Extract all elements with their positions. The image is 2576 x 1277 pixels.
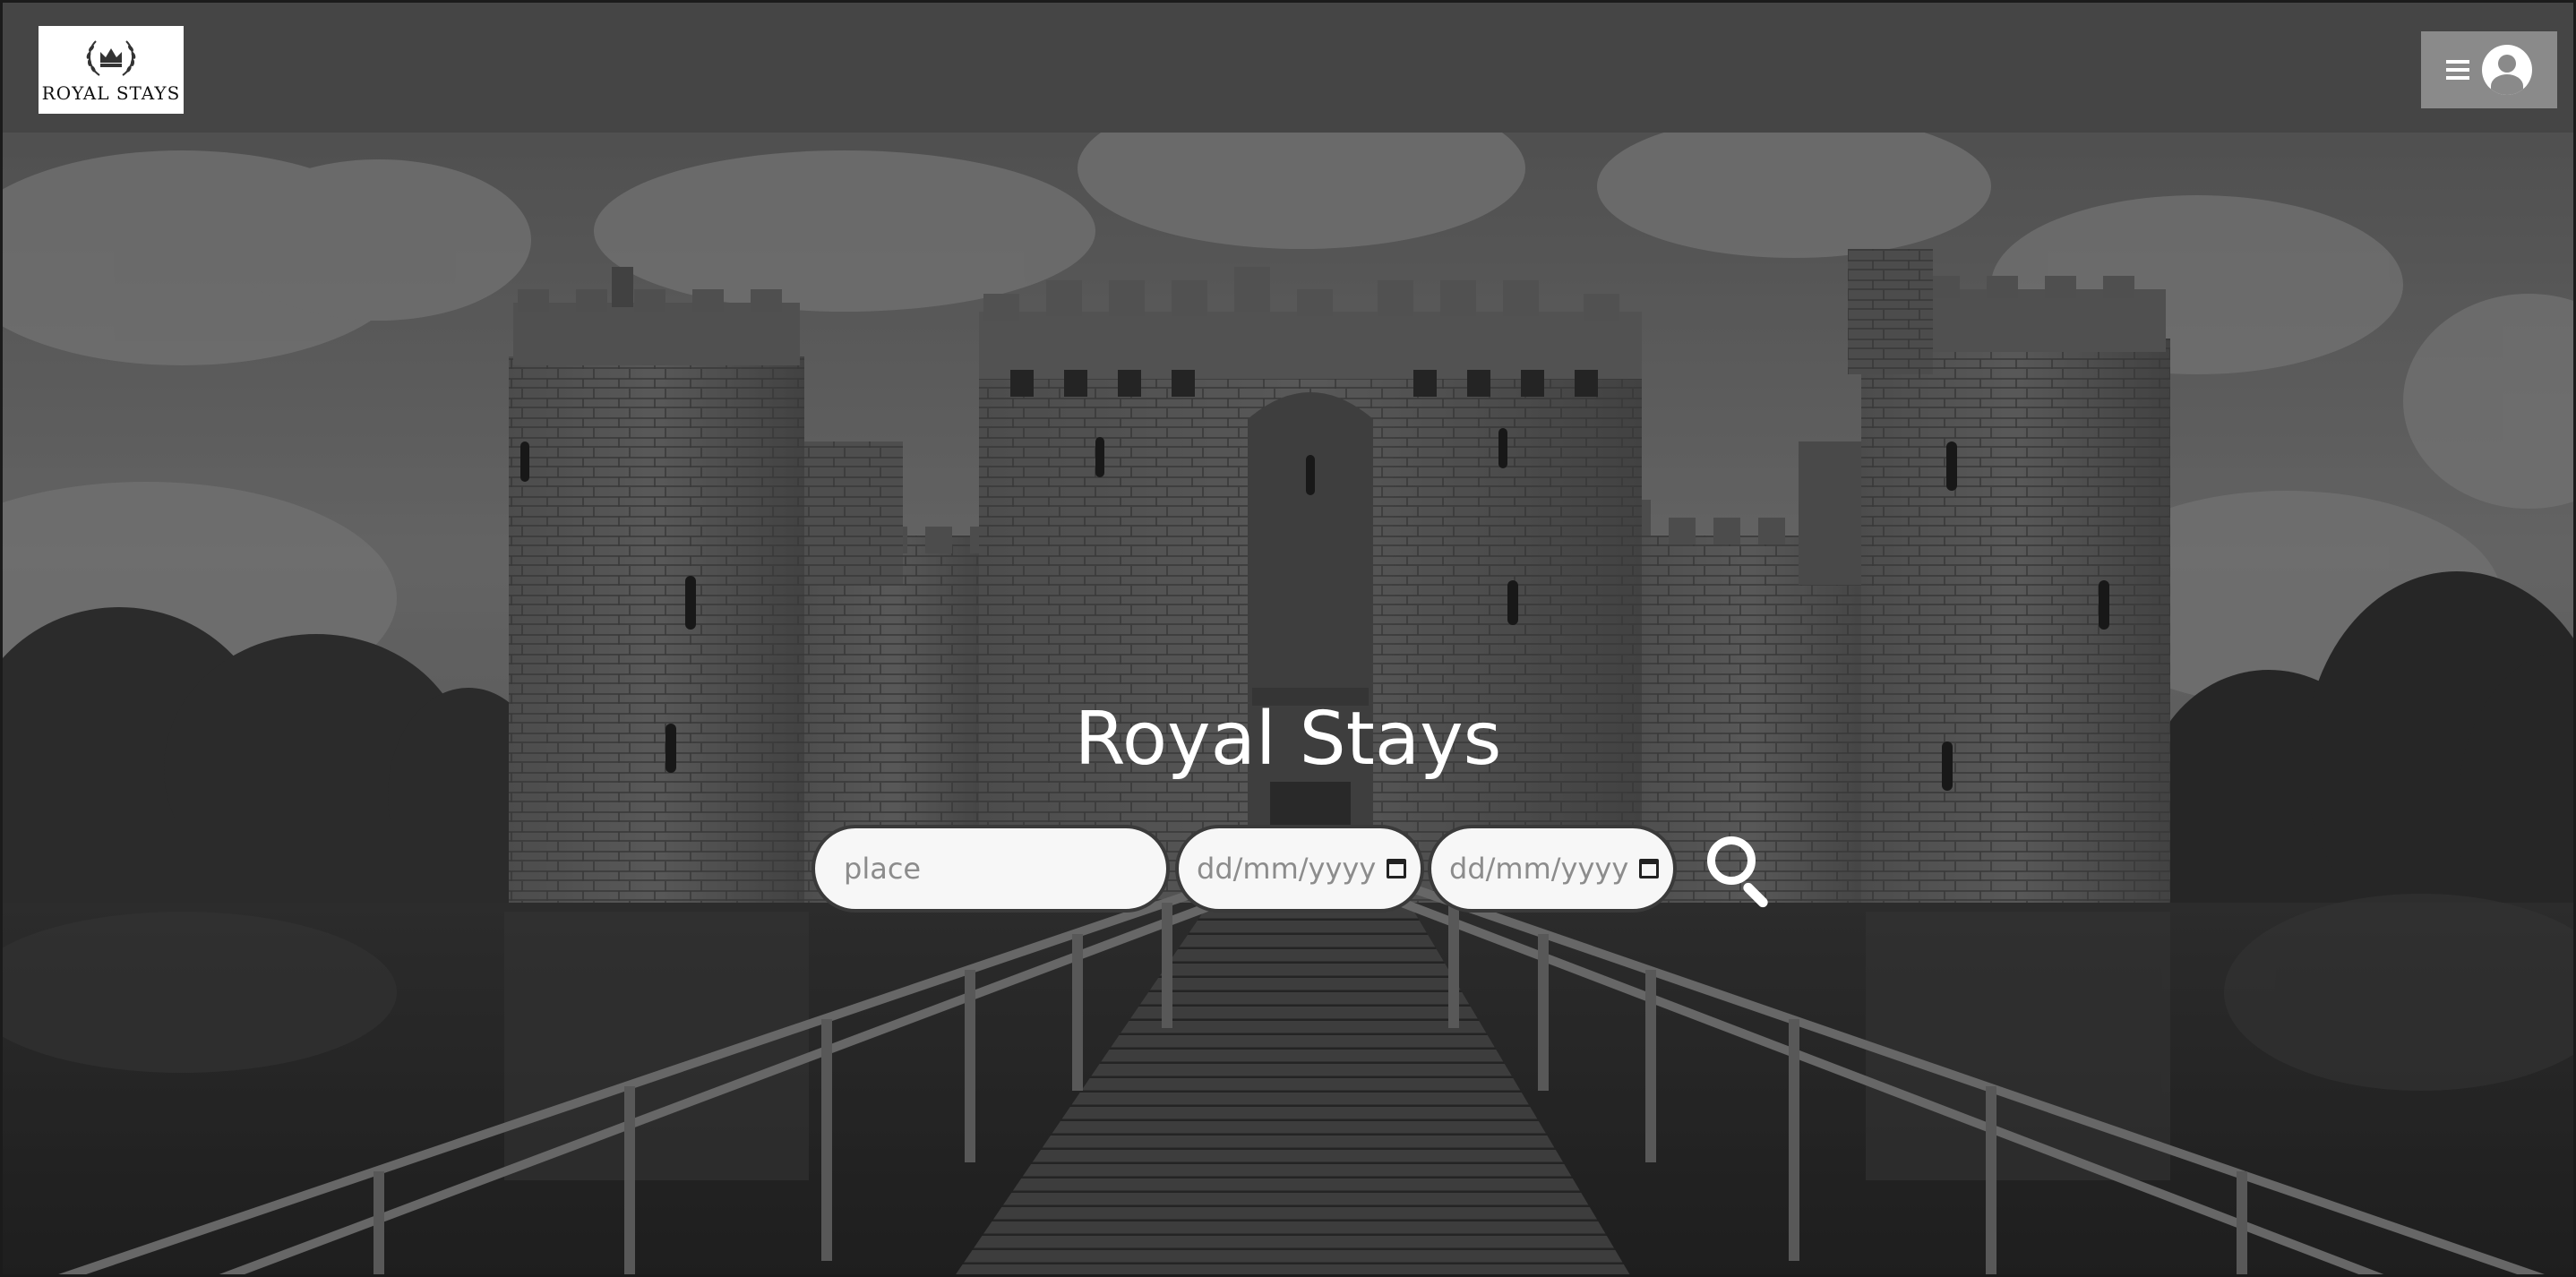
page: ROYAL STAYS Royal Stays place dd/mm/yyyy… — [0, 0, 2576, 1277]
user-avatar-icon — [2482, 45, 2532, 95]
hero-title: Royal Stays — [1074, 697, 1502, 782]
crown-laurel-icon — [86, 40, 136, 76]
checkout-date-input[interactable]: dd/mm/yyyy — [1428, 825, 1677, 913]
checkout-placeholder: dd/mm/yyyy — [1449, 852, 1629, 886]
logo-text: ROYAL STAYS — [41, 82, 181, 104]
place-input[interactable]: place — [811, 825, 1170, 913]
account-menu-button[interactable] — [2421, 31, 2557, 108]
search-button[interactable] — [1704, 833, 1775, 910]
magnifier-handle — [1741, 880, 1770, 910]
search-bar: place dd/mm/yyyy dd/mm/yyyy — [811, 825, 1775, 913]
checkin-date-input[interactable]: dd/mm/yyyy — [1175, 825, 1424, 913]
checkin-placeholder: dd/mm/yyyy — [1197, 852, 1377, 886]
hamburger-icon — [2446, 60, 2469, 80]
place-placeholder: place — [844, 852, 922, 886]
logo[interactable]: ROYAL STAYS — [39, 26, 184, 114]
hero-section: Royal Stays place dd/mm/yyyy dd/mm/yyyy — [3, 133, 2573, 1274]
magnifier-icon — [1707, 836, 1756, 885]
calendar-icon[interactable] — [1387, 859, 1407, 878]
calendar-icon[interactable] — [1639, 859, 1660, 878]
top-navbar: ROYAL STAYS — [3, 3, 2573, 133]
